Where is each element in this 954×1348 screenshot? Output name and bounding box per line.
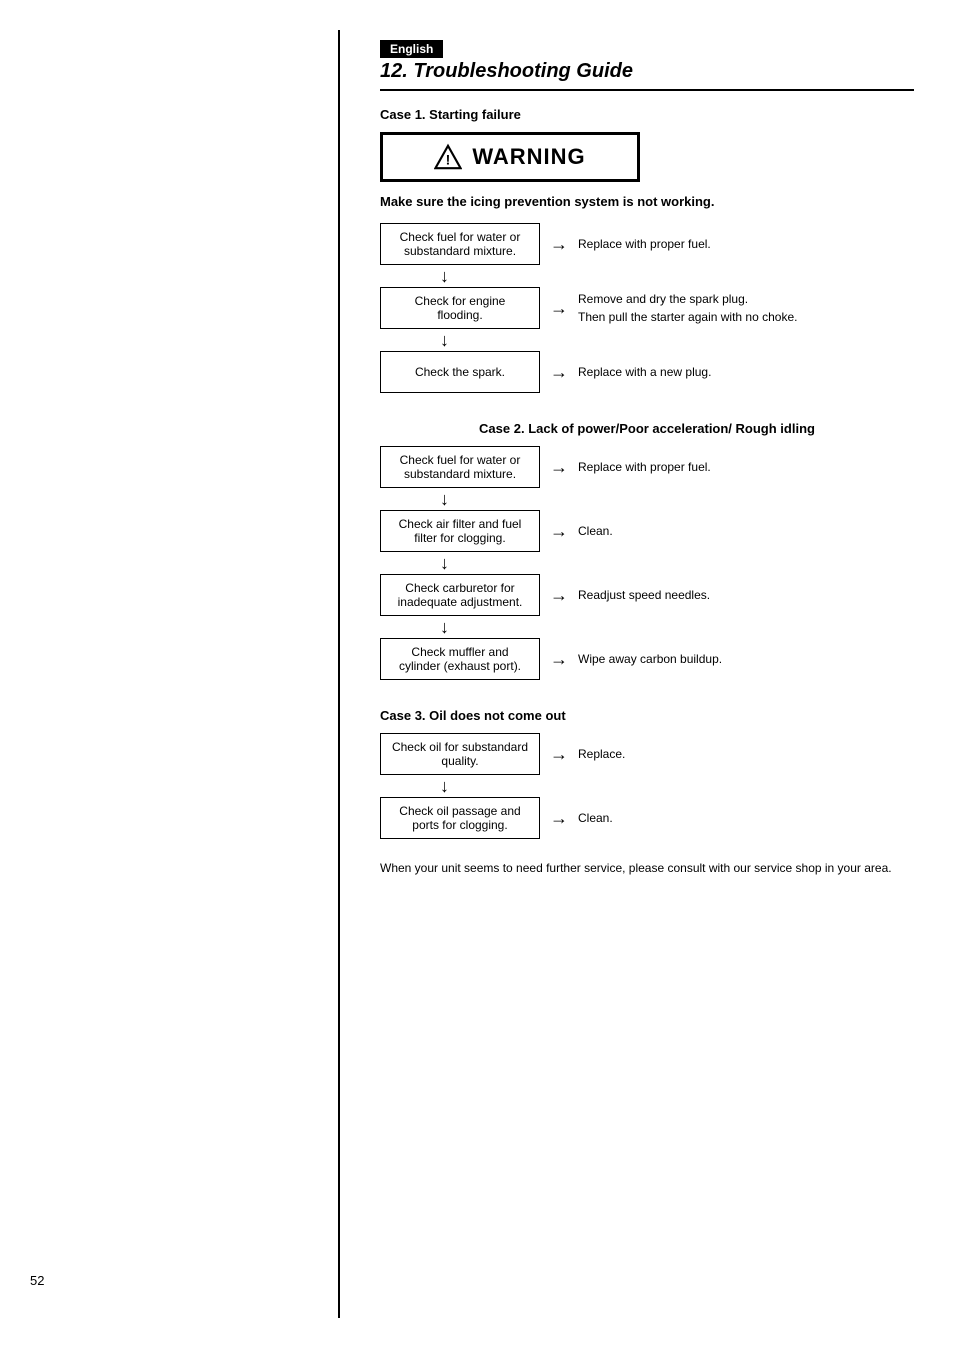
case3-step1-result: Replace. bbox=[578, 745, 914, 763]
case2-step4-box: Check muffler and cylinder (exhaust port… bbox=[380, 638, 540, 680]
case1-title: Case 1. Starting failure bbox=[380, 107, 914, 122]
language-badge: English bbox=[380, 40, 443, 58]
warning-triangle-icon: ! bbox=[434, 143, 462, 171]
case1-step1-row: Check fuel for water or substandard mixt… bbox=[380, 223, 914, 265]
case1-step3-row: Check the spark. → Replace with a new pl… bbox=[380, 351, 914, 393]
case1-step1-arrow: → bbox=[550, 234, 568, 255]
case1-step2-row: Check for engine flooding. → Remove and … bbox=[380, 287, 914, 329]
case2-step2-box: Check air filter and fuel filter for clo… bbox=[380, 510, 540, 552]
case3-step1-arrow: → bbox=[550, 744, 568, 765]
page-number: 52 bbox=[30, 1273, 44, 1288]
case2-step3-result: Readjust speed needles. bbox=[578, 586, 914, 604]
case2-step1-result: Replace with proper fuel. bbox=[578, 458, 914, 476]
right-column: English 12. Troubleshooting Guide Case 1… bbox=[340, 30, 954, 1318]
case3-down1: ↓ bbox=[380, 777, 914, 795]
case2-step3-row: Check carburetor for inadequate adjustme… bbox=[380, 574, 914, 616]
case3-flowchart: Check oil for substandard quality. → Rep… bbox=[380, 733, 914, 839]
case2-step4-result: Wipe away carbon buildup. bbox=[578, 650, 914, 668]
case2-title: Case 2. Lack of power/Poor acceleration/… bbox=[380, 421, 914, 436]
footer-text: When your unit seems to need further ser… bbox=[380, 859, 914, 877]
case1-flowchart: Check fuel for water or substandard mixt… bbox=[380, 223, 914, 393]
case1-down1: ↓ bbox=[380, 267, 914, 285]
case2-step2-row: Check air filter and fuel filter for clo… bbox=[380, 510, 914, 552]
case1-step2-arrow: → bbox=[550, 298, 568, 319]
svg-text:!: ! bbox=[446, 152, 451, 168]
case2-step2-result: Clean. bbox=[578, 522, 914, 540]
chapter-title: 12. Troubleshooting Guide bbox=[380, 60, 914, 91]
case2-step1-row: Check fuel for water or substandard mixt… bbox=[380, 446, 914, 488]
case3-step1-row: Check oil for substandard quality. → Rep… bbox=[380, 733, 914, 775]
warning-label: WARNING bbox=[472, 144, 585, 170]
case2-step2-arrow: → bbox=[550, 521, 568, 542]
case2-step4-row: Check muffler and cylinder (exhaust port… bbox=[380, 638, 914, 680]
case1-step3-box: Check the spark. bbox=[380, 351, 540, 393]
case2-step3-box: Check carburetor for inadequate adjustme… bbox=[380, 574, 540, 616]
case3-step2-row: Check oil passage and ports for clogging… bbox=[380, 797, 914, 839]
case1-step2-result: Remove and dry the spark plug. Then pull… bbox=[578, 290, 914, 326]
case1-step1-box: Check fuel for water or substandard mixt… bbox=[380, 223, 540, 265]
case2-step3-arrow: → bbox=[550, 585, 568, 606]
case1-step1-result: Replace with proper fuel. bbox=[578, 235, 914, 253]
case2-flowchart: Check fuel for water or substandard mixt… bbox=[380, 446, 914, 680]
case2-down3: ↓ bbox=[380, 618, 914, 636]
case1-step3-result: Replace with a new plug. bbox=[578, 363, 914, 381]
case2-down2: ↓ bbox=[380, 554, 914, 572]
case3-step2-result: Clean. bbox=[578, 809, 914, 827]
warning-box: ! WARNING bbox=[380, 132, 640, 182]
case1-step2-box: Check for engine flooding. bbox=[380, 287, 540, 329]
page: 52 English 12. Troubleshooting Guide Cas… bbox=[0, 0, 954, 1348]
case1-down2: ↓ bbox=[380, 331, 914, 349]
case3-title: Case 3. Oil does not come out bbox=[380, 708, 914, 723]
case3-step1-box: Check oil for substandard quality. bbox=[380, 733, 540, 775]
case2-step1-box: Check fuel for water or substandard mixt… bbox=[380, 446, 540, 488]
case2-down1: ↓ bbox=[380, 490, 914, 508]
left-column: 52 bbox=[0, 30, 340, 1318]
case3-step2-arrow: → bbox=[550, 808, 568, 829]
case2-step4-arrow: → bbox=[550, 649, 568, 670]
case3-step2-box: Check oil passage and ports for clogging… bbox=[380, 797, 540, 839]
case1-step3-arrow: → bbox=[550, 362, 568, 383]
warning-description: Make sure the icing prevention system is… bbox=[380, 194, 914, 209]
case2-step1-arrow: → bbox=[550, 457, 568, 478]
